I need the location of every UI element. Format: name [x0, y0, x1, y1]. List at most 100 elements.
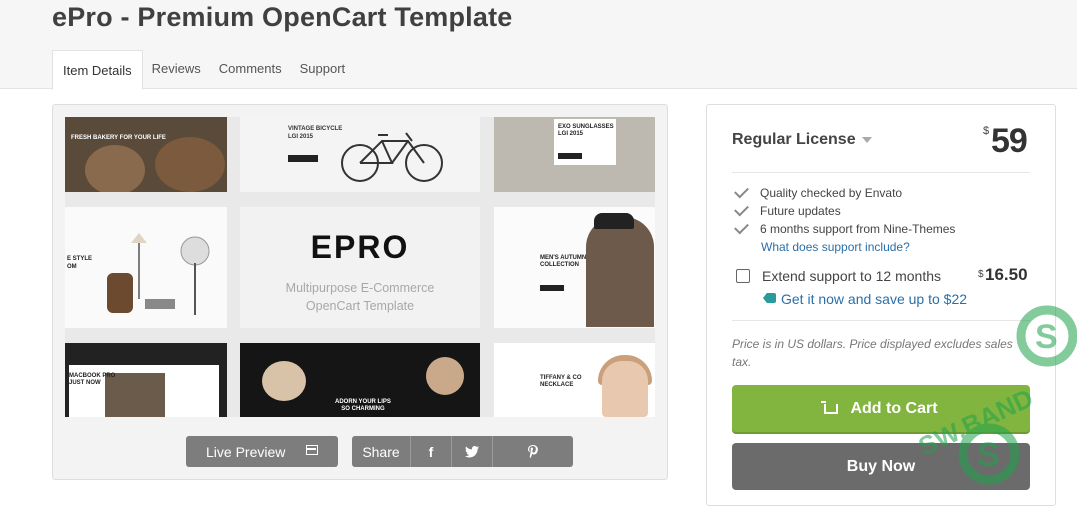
feature-item: 6 months support from Nine-Themes: [734, 219, 956, 236]
tile-caption: TIFFANY & CO NECKLACE: [540, 375, 582, 389]
tab-label: Comments: [218, 61, 282, 76]
bread-shape: [85, 145, 145, 192]
tab-item-details[interactable]: Item Details: [52, 50, 143, 90]
epro-subtitle-line: Multipurpose E-Commerce: [285, 281, 435, 295]
model-face: [602, 361, 648, 417]
tile-style: E STYLE OM: [65, 207, 227, 328]
license-title: Regular License: [732, 131, 856, 148]
epro-subtitle-line: OpenCart Template: [305, 299, 415, 313]
tile-caption: E STYLE OM: [67, 255, 92, 271]
check-icon: [734, 201, 749, 217]
tile-button: [288, 155, 318, 162]
tile-caption-line: VINTAGE BICYCLE: [288, 126, 343, 132]
tile-panel: EXO SUNGLASSES LGI 2015: [554, 119, 616, 165]
tile-caption-line: LGI 2015: [288, 134, 314, 140]
license-selector[interactable]: Regular License: [732, 131, 872, 149]
powder-puff: [426, 357, 464, 395]
page-title: ePro - Premium OpenCart Template: [52, 2, 513, 32]
tile-caption-line: OM: [67, 264, 77, 270]
pinterest-glyph: [528, 444, 538, 458]
tile-caption: VINTAGE BICYCLE LGI 2015: [288, 125, 342, 141]
tile-lips: ADORN YOUR LIPS SO CHARMING: [240, 343, 480, 417]
license-panel: Regular License $ 59 Quality checked by …: [706, 104, 1056, 506]
check-icon: [734, 219, 749, 235]
tile-caption: MACBOOK PRO JUST NOW: [69, 373, 115, 387]
tile-caption-line: MEN'S AUTUMN: [540, 255, 587, 261]
price-note: Price is in US dollars. Price displayed …: [732, 337, 1013, 369]
tile-autumn: MEN'S AUTUMN COLLECTION: [494, 207, 655, 328]
share-group: Share f: [352, 436, 573, 467]
tag-icon: [763, 293, 776, 303]
tile-caption: ADORN YOUR LIPS SO CHARMING: [335, 399, 391, 413]
tile-caption: FRESH BAKERY FOR YOUR LIFE: [71, 135, 166, 141]
add-to-cart-label: Add to Cart: [850, 399, 938, 417]
tile-caption-line: JUST NOW: [69, 380, 101, 386]
tab-support[interactable]: Support: [291, 50, 355, 88]
cart-icon: [821, 400, 839, 414]
tab-bar: Item Details Reviews Comments Support: [52, 50, 355, 90]
model-figure: [586, 217, 654, 327]
extend-price-currency: $: [978, 269, 984, 280]
extend-price: 16.50: [985, 265, 1028, 284]
bread-shape: [155, 137, 225, 192]
feature-label: Quality checked by Envato: [760, 186, 903, 200]
divider: [732, 172, 1030, 173]
extend-support-label[interactable]: Extend support to 12 months: [762, 268, 941, 284]
pinterest-icon[interactable]: [493, 436, 573, 467]
tile-macbook: MACBOOK PRO JUST NOW: [65, 343, 227, 417]
furniture-image: [107, 233, 210, 315]
support-info-link[interactable]: What does support include?: [761, 240, 910, 254]
tile-button: [540, 285, 564, 291]
tile-caption-line: ADORN YOUR LIPS: [335, 399, 391, 405]
hat-shape: [594, 213, 634, 229]
tile-caption-line: E STYLE: [67, 256, 93, 262]
twitter-icon[interactable]: [452, 436, 493, 467]
tab-comments[interactable]: Comments: [210, 50, 291, 88]
window-icon: [306, 445, 318, 455]
add-to-cart-button[interactable]: Add to Cart: [732, 385, 1030, 432]
preview-image[interactable]: FRESH BAKERY FOR YOUR LIFE VINTAGE BICYC…: [65, 117, 655, 417]
price-currency: $: [983, 125, 990, 137]
tab-label: Reviews: [151, 61, 201, 76]
bicycle-image: [341, 132, 443, 182]
tile-caption-line: LGI 2015: [558, 131, 584, 137]
tile-necklace: TIFFANY & CO NECKLACE: [494, 343, 655, 417]
buy-now-button[interactable]: Buy Now: [732, 443, 1030, 490]
tab-reviews[interactable]: Reviews: [143, 50, 210, 88]
preview-panel: FRESH BAKERY FOR YOUR LIFE VINTAGE BICYC…: [52, 104, 668, 480]
epro-logo: EPRO: [310, 229, 410, 265]
tile-caption-line: TIFFANY & CO: [540, 375, 582, 381]
tile-caption-line: EXO SUNGLASSES: [558, 124, 614, 130]
tile-bakery: FRESH BAKERY FOR YOUR LIFE: [65, 117, 227, 192]
buy-now-label: Buy Now: [846, 457, 916, 475]
tile-bicycle: VINTAGE BICYCLE LGI 2015: [240, 117, 480, 192]
tile-caption-line: NECKLACE: [540, 382, 574, 388]
feature-item: Future updates: [734, 201, 841, 218]
caret-down-icon: [861, 136, 872, 143]
feature-label: 6 months support from Nine-Themes: [760, 222, 956, 236]
share-button[interactable]: Share: [352, 436, 411, 467]
tile-epro-center: EPRO Multipurpose E-Commerce OpenCart Tem…: [240, 207, 480, 328]
extend-support-checkbox[interactable]: [736, 269, 750, 283]
tile-caption-line: SO CHARMING: [341, 406, 385, 412]
save-offer-link[interactable]: Get it now and save up to $22: [781, 291, 967, 307]
tile-caption-line: MACBOOK PRO: [69, 373, 116, 379]
tile-caption: EXO SUNGLASSES LGI 2015: [558, 124, 614, 138]
feature-item: Quality checked by Envato: [734, 183, 903, 200]
tile-caption: MEN'S AUTUMN COLLECTION: [540, 255, 586, 269]
epro-subtitle: Multipurpose E-Commerce OpenCart Template: [240, 279, 480, 315]
tab-label: Support: [299, 61, 346, 76]
divider: [732, 320, 1030, 321]
live-preview-button[interactable]: Live Preview: [186, 436, 338, 467]
facebook-icon[interactable]: f: [411, 436, 452, 467]
tile-sunglasses: EXO SUNGLASSES LGI 2015: [494, 117, 655, 192]
tile-button: [558, 153, 582, 159]
powder-puff: [262, 361, 306, 401]
tile-caption-line: COLLECTION: [540, 262, 579, 268]
feature-label: Future updates: [760, 204, 841, 218]
twitter-glyph: [465, 445, 479, 457]
tab-label: Item Details: [63, 63, 132, 78]
check-icon: [734, 183, 749, 199]
live-preview-label: Live Preview: [206, 443, 286, 460]
license-price: 59: [991, 122, 1028, 160]
